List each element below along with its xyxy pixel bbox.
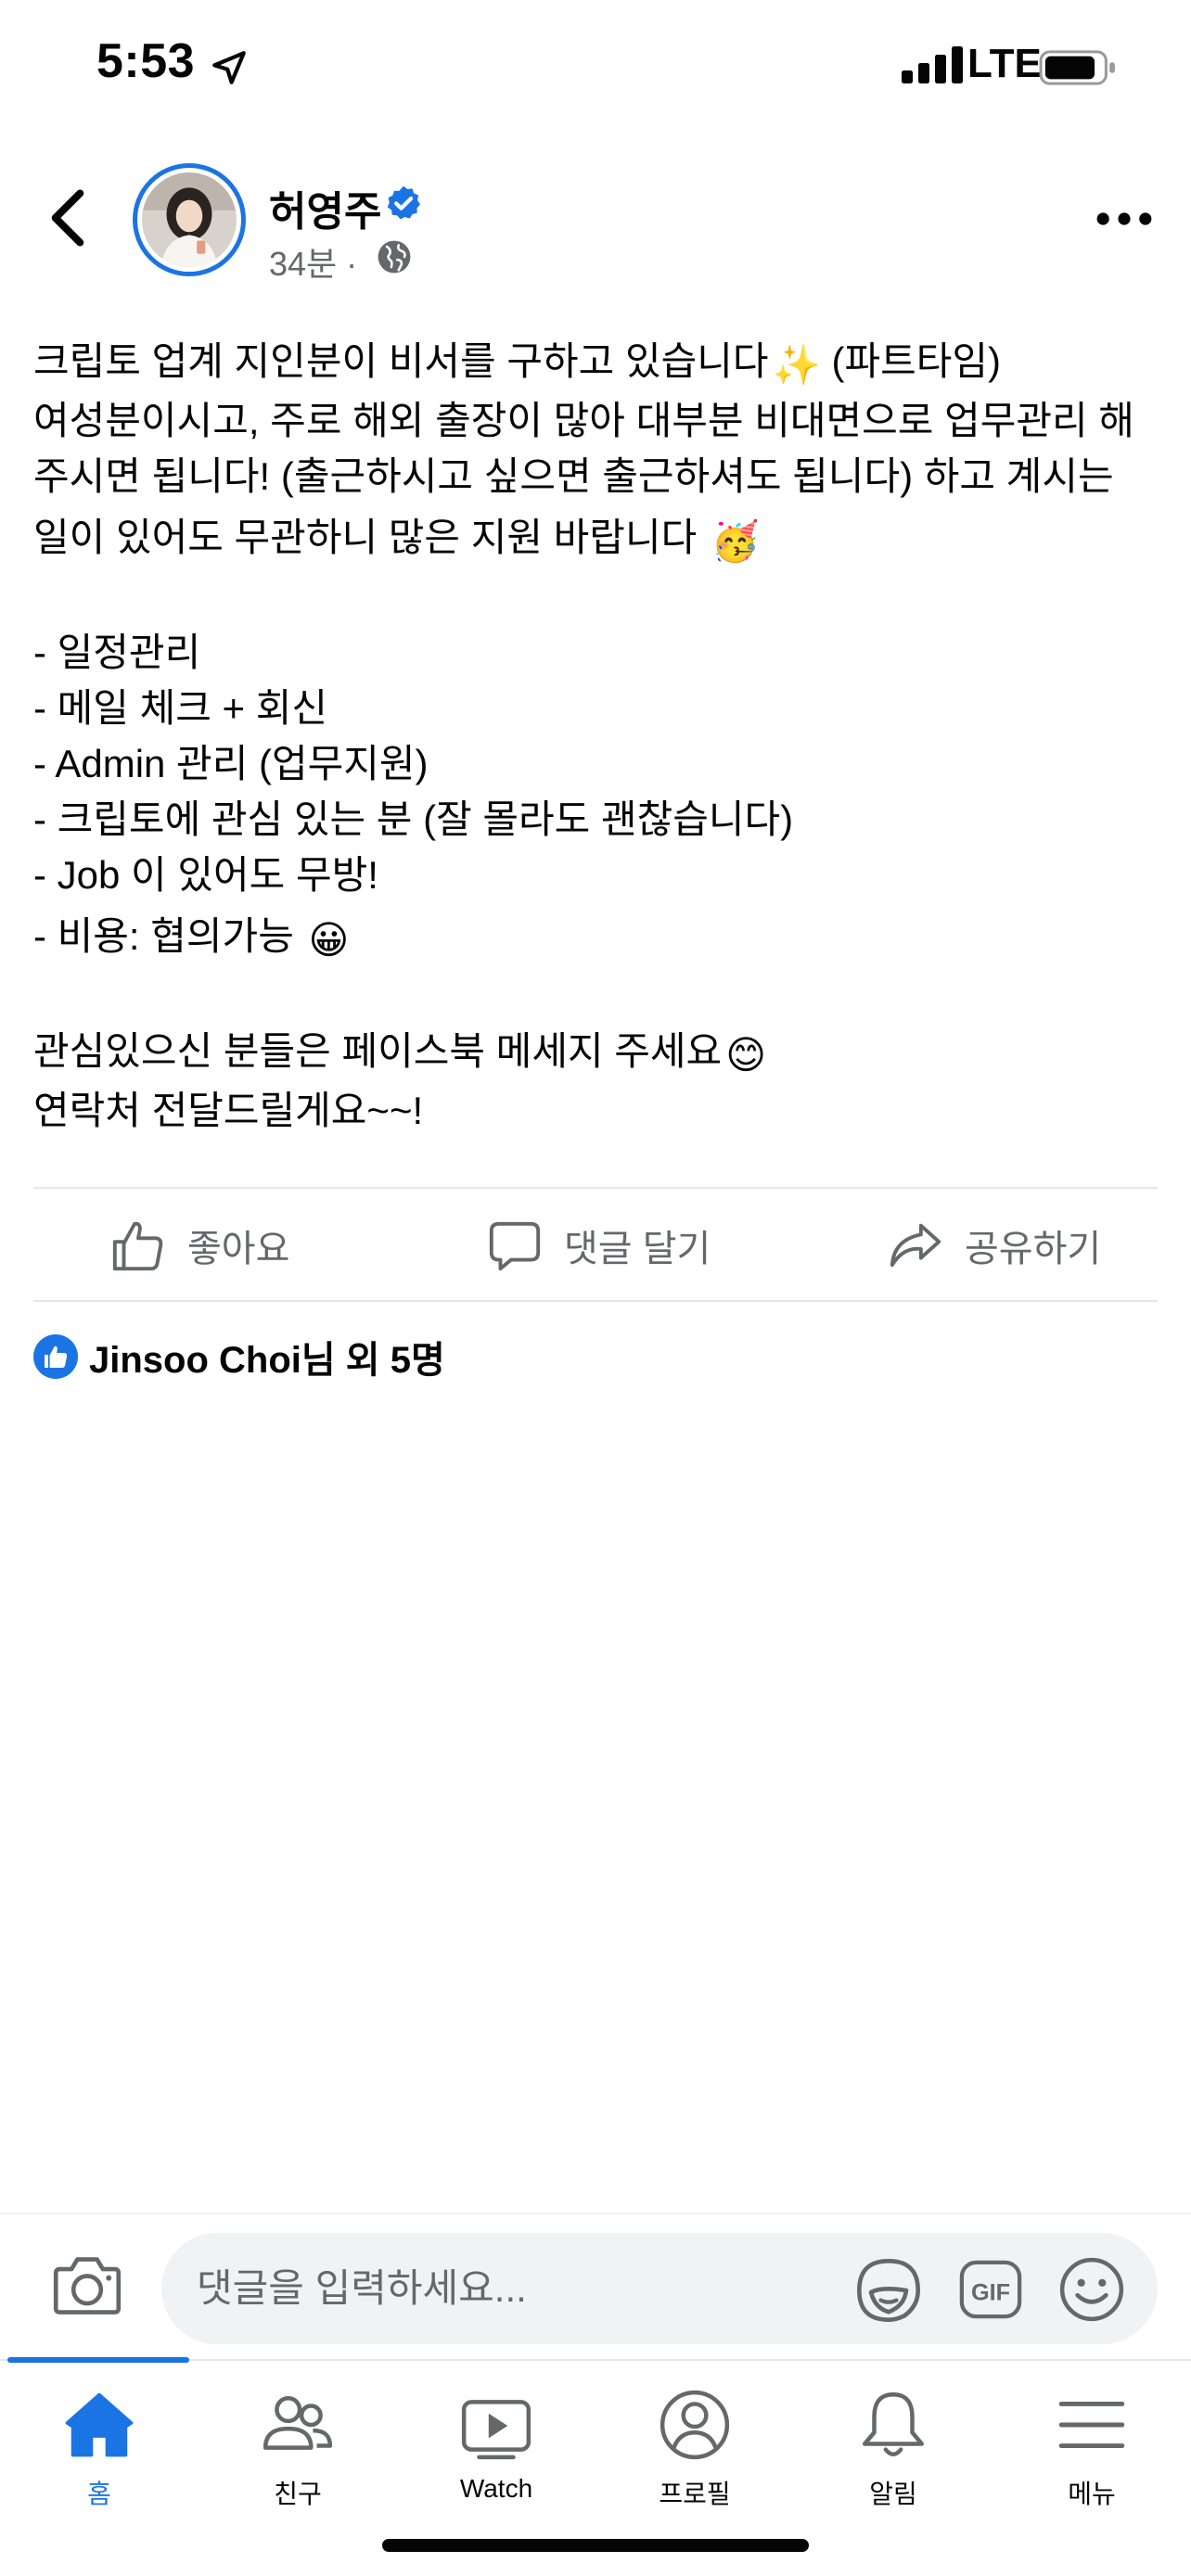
post-body: 크립토 업계 지인분이 비서를 구하고 있습니다✨ (파트타임) 여성분이시고,… <box>33 334 1165 1139</box>
post-line: 일이 있어도 무관하니 많은 지원 바랍니다 🥳 <box>33 510 1165 569</box>
nav-menu[interactable]: 메뉴 <box>992 2387 1191 2526</box>
avatar <box>142 172 237 267</box>
nav-watch[interactable]: Watch <box>397 2387 596 2526</box>
nav-notifications[interactable]: 알림 <box>794 2387 992 2526</box>
back-button[interactable] <box>45 189 91 247</box>
active-tab-indicator <box>7 2357 189 2363</box>
status-time: 5:53 <box>96 34 196 88</box>
post-line: 연락처 전달드릴게요~~! <box>33 1089 424 1132</box>
share-label: 공유하기 <box>965 1229 1102 1269</box>
like-button[interactable]: 좋아요 <box>109 1211 289 1280</box>
comment-bubble-icon <box>489 1221 541 1271</box>
reactions-text: Jinsoo Choi님 외 5명 <box>89 1340 445 1381</box>
post-line: 주시면 됩니다! (출근하시고 싶으면 출근하셔도 됩니다) 하고 계시는 <box>33 454 1114 498</box>
menu-icon <box>1058 2401 1125 2449</box>
network-label: LTE <box>967 41 1042 86</box>
post-line: 관심있으신 분들은 페이스북 메세지 주세요😊 <box>33 1024 1165 1083</box>
location-arrow-icon <box>212 51 246 84</box>
sticker-icon[interactable] <box>853 2255 924 2326</box>
like-reaction-icon <box>33 1334 78 1379</box>
comment-button[interactable]: 댓글 달기 <box>486 1211 711 1280</box>
nav-label: 친구 <box>274 2480 322 2508</box>
battery-icon <box>1039 50 1115 85</box>
post-line: - 비용: 협의가능 😀 <box>33 909 1165 968</box>
gif-icon[interactable]: GIF <box>957 2257 1024 2322</box>
post-line: - Job 이 있어도 무방! <box>33 853 378 897</box>
author-avatar[interactable] <box>133 163 246 276</box>
home-icon <box>65 2392 134 2457</box>
emoji-icon[interactable] <box>1057 2255 1126 2324</box>
more-options-icon[interactable] <box>1096 208 1152 230</box>
post-line: - 일정관리 <box>33 631 201 674</box>
nav-label: 메뉴 <box>1068 2480 1116 2508</box>
party-face-emoji: 🥳 <box>711 519 761 563</box>
divider <box>33 1300 1158 1302</box>
status-bar: 5:53 LTE <box>0 0 1191 139</box>
comment-bar: GIF <box>0 2213 1191 2359</box>
share-button[interactable]: 공유하기 <box>887 1211 1101 1280</box>
grinning-face-emoji: 😀 <box>308 918 350 962</box>
signal-icon <box>902 46 963 83</box>
reactions-summary[interactable]: Jinsoo Choi님 외 5명 <box>33 1332 445 1382</box>
nav-friends[interactable]: 친구 <box>198 2387 397 2526</box>
camera-icon[interactable] <box>52 2253 122 2316</box>
post-line: - 크립토에 관심 있는 분 (잘 몰라도 괜찮습니다) <box>33 797 794 841</box>
nav-label: 홈 <box>87 2480 111 2508</box>
share-arrow-icon <box>890 1223 941 1268</box>
divider <box>33 1187 1158 1189</box>
nav-profile[interactable]: 프로필 <box>596 2387 794 2526</box>
bell-icon <box>862 2391 925 2457</box>
nav-label: 알림 <box>869 2480 917 2508</box>
thumbs-up-icon <box>112 1221 163 1271</box>
friends-icon <box>263 2396 333 2450</box>
verified-badge-icon <box>387 185 421 220</box>
watch-icon <box>461 2400 531 2460</box>
globe-icon <box>378 240 411 274</box>
post-line: - 메일 체크 + 회신 <box>33 686 328 730</box>
nav-label: Watch <box>459 2474 533 2503</box>
profile-icon <box>660 2390 730 2460</box>
home-indicator[interactable] <box>382 2539 809 2552</box>
nav-home[interactable]: 홈 <box>0 2387 198 2526</box>
post-line: - Admin 관리 (업무지원) <box>33 742 429 785</box>
sparkles-emoji: ✨ <box>772 343 821 387</box>
smiling-face-emoji: 😊 <box>725 1033 766 1077</box>
comment-label: 댓글 달기 <box>564 1229 711 1269</box>
svg-text:GIF: GIF <box>971 2280 1010 2306</box>
nav-label: 프로필 <box>659 2480 731 2508</box>
author-name[interactable]: 허영주 <box>269 178 381 237</box>
post-timestamp: 34분 · <box>269 245 358 283</box>
like-label: 좋아요 <box>187 1229 290 1269</box>
post-line: 크립토 업계 지인분이 비서를 구하고 있습니다✨ (파트타임) <box>33 334 1165 393</box>
facebook-post-page: 5:53 LTE 허영주 34분 · 크립토 업계 지인분이 비서를 구하고 있… <box>0 0 1191 2576</box>
post-line: 여성분이시고, 주로 해외 출장이 많아 대부분 비대면으로 업무관리 해 <box>33 399 1134 442</box>
